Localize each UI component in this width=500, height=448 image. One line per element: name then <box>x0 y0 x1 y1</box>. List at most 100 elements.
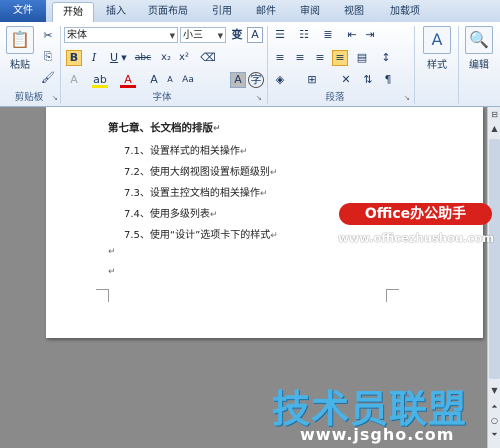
styles-icon: A <box>423 26 451 54</box>
format-painter-icon[interactable]: 🖌 <box>40 70 56 86</box>
clipboard-group-label: 剪贴板 <box>14 92 44 103</box>
paragraph-mark: ↵ <box>209 210 218 220</box>
empty-paragraph-mark: ↵ <box>108 267 116 277</box>
bold-button[interactable]: B <box>66 50 82 66</box>
char-border-icon[interactable]: A <box>247 27 263 43</box>
next-page-icon[interactable]: ⏷ <box>489 429 500 440</box>
tab-references[interactable]: 引用 <box>204 2 240 21</box>
tab-addins[interactable]: 加载项 <box>380 2 430 21</box>
font-size-value: 小三 <box>183 30 203 41</box>
change-case-icon[interactable]: 变 <box>229 27 245 43</box>
list-item[interactable]: 7.2、使用大纲视图设置标题级别↵ <box>124 163 277 178</box>
char-shading-icon[interactable]: A <box>230 72 246 88</box>
list-item-text: 7.3、设置主控文档的相关操作 <box>124 188 260 199</box>
ribbon: 📋 粘贴 ✂ ⎘ 🖌 剪贴板 ↘ 宋体 ▼ 小三 ▼ 变 A B I U ▼ abc… <box>0 22 500 107</box>
divider <box>267 26 268 104</box>
paragraph-launcher-icon[interactable]: ↘ <box>404 95 411 102</box>
editing-label: 编辑 <box>469 60 489 71</box>
crop-mark <box>386 289 399 302</box>
borders-icon[interactable]: ⊞ <box>304 72 320 88</box>
scroll-down-icon[interactable]: ▼ <box>489 385 500 396</box>
italic-button[interactable]: I <box>86 50 102 66</box>
binoculars-icon: 🔍 <box>465 26 493 54</box>
editing-button[interactable]: 🔍 编辑 <box>462 26 496 71</box>
tab-review[interactable]: 审阅 <box>292 2 328 21</box>
clipboard-icon: 📋 <box>6 26 34 54</box>
font-group-label: 字体 <box>152 92 172 103</box>
styles-label: 样式 <box>427 60 447 71</box>
vertical-scrollbar[interactable]: ⊟ ▲ ▼ ⏶ ○ ⏷ <box>487 107 500 448</box>
change-case-button[interactable]: Aa <box>180 72 196 88</box>
paste-label: 粘贴 <box>10 60 30 71</box>
chapter-heading[interactable]: 第七章、长文档的排版↵ <box>108 120 221 135</box>
paragraph-mark: ↵ <box>270 231 278 241</box>
prev-page-icon[interactable]: ⏶ <box>489 401 500 412</box>
heading-text: 第七章、长文档的排版 <box>108 122 213 134</box>
align-center-icon[interactable]: ≡ <box>292 50 308 66</box>
divider <box>60 26 61 104</box>
font-launcher-icon[interactable]: ↘ <box>256 95 263 102</box>
styles-button[interactable]: A 样式 <box>420 26 454 71</box>
font-name-select[interactable]: 宋体 ▼ <box>64 27 178 43</box>
shading-icon[interactable]: ◈ <box>272 72 288 88</box>
shrink-font-icon[interactable]: A <box>162 72 178 88</box>
multilevel-list-icon[interactable]: ≣ <box>320 27 336 43</box>
empty-paragraph-mark: ↵ <box>108 247 116 257</box>
show-marks-icon[interactable]: ¶ <box>380 72 396 88</box>
chevron-down-icon[interactable]: ▼ <box>120 50 128 66</box>
list-item-text: 7.4、使用多级列表 <box>124 209 210 220</box>
line-spacing-icon[interactable]: ↕ <box>378 50 394 66</box>
watermark-url: www.officezhushou.com <box>338 231 495 245</box>
distributed-icon[interactable]: ▤ <box>354 50 370 66</box>
browse-object-icon[interactable]: ○ <box>489 415 500 426</box>
chevron-down-icon: ▼ <box>217 32 223 40</box>
paragraph-mark: ↵ <box>213 124 221 134</box>
font-color-icon[interactable]: A <box>120 72 136 88</box>
paragraph-mark: ↵ <box>259 189 268 199</box>
watermark-badge: Office办公助手 <box>339 203 492 225</box>
list-item[interactable]: 7.3、设置主控文档的相关操作↵ <box>124 184 267 199</box>
tab-file[interactable]: 文件 <box>0 0 46 22</box>
tab-view[interactable]: 视图 <box>336 2 372 21</box>
chinese-layout-icon[interactable]: ✕ <box>338 72 354 88</box>
font-name-value: 宋体 <box>67 30 87 41</box>
sort-icon[interactable]: ⇅ <box>360 72 376 88</box>
list-item-text: 7.5、使用“设计”选项卡下的样式 <box>124 230 271 241</box>
enclose-char-icon[interactable]: 字 <box>248 72 264 88</box>
decrease-indent-icon[interactable]: ⇤ <box>344 27 360 43</box>
tab-insert[interactable]: 插入 <box>98 2 134 21</box>
divider <box>458 26 459 104</box>
bullets-icon[interactable]: ☰ <box>272 27 288 43</box>
tab-page-layout[interactable]: 页面布局 <box>140 2 196 21</box>
ruler-toggle-icon[interactable]: ⊟ <box>489 109 500 120</box>
clear-format-icon[interactable]: ⌫ <box>200 50 216 66</box>
text-effects-icon[interactable]: A <box>66 72 82 88</box>
numbering-icon[interactable]: ☷ <box>296 27 312 43</box>
list-item[interactable]: 7.4、使用多级列表↵ <box>124 205 217 220</box>
list-item[interactable]: 7.1、设置样式的相关操作↵ <box>124 142 247 157</box>
copy-icon[interactable]: ⎘ <box>40 49 56 65</box>
paragraph-mark: ↵ <box>269 168 278 178</box>
paragraph-mark: ↵ <box>239 147 248 157</box>
tab-mailings[interactable]: 邮件 <box>248 2 284 21</box>
list-item[interactable]: 7.5、使用“设计”选项卡下的样式↵ <box>124 226 278 241</box>
justify-icon[interactable]: ≡ <box>332 50 348 66</box>
clipboard-launcher-icon[interactable]: ↘ <box>52 95 59 102</box>
scroll-thumb[interactable] <box>489 139 500 379</box>
highlight-icon[interactable]: ab <box>92 72 108 88</box>
paragraph-group-label: 段落 <box>325 92 345 103</box>
cut-icon[interactable]: ✂ <box>40 28 56 44</box>
font-size-select[interactable]: 小三 ▼ <box>180 27 226 43</box>
increase-indent-icon[interactable]: ⇥ <box>362 27 378 43</box>
scroll-up-icon[interactable]: ▲ <box>489 123 500 134</box>
tab-home[interactable]: 开始 <box>52 2 94 22</box>
crop-mark <box>96 289 109 302</box>
superscript-button[interactable]: x² <box>176 50 192 66</box>
list-item-text: 7.1、设置样式的相关操作 <box>124 146 240 157</box>
align-right-icon[interactable]: ≡ <box>312 50 328 66</box>
subscript-button[interactable]: x₂ <box>158 50 174 66</box>
paste-button[interactable]: 📋 粘贴 <box>4 26 36 71</box>
strikethrough-button[interactable]: abc <box>132 50 154 66</box>
align-left-icon[interactable]: ≡ <box>272 50 288 66</box>
grow-font-icon[interactable]: A <box>146 72 162 88</box>
